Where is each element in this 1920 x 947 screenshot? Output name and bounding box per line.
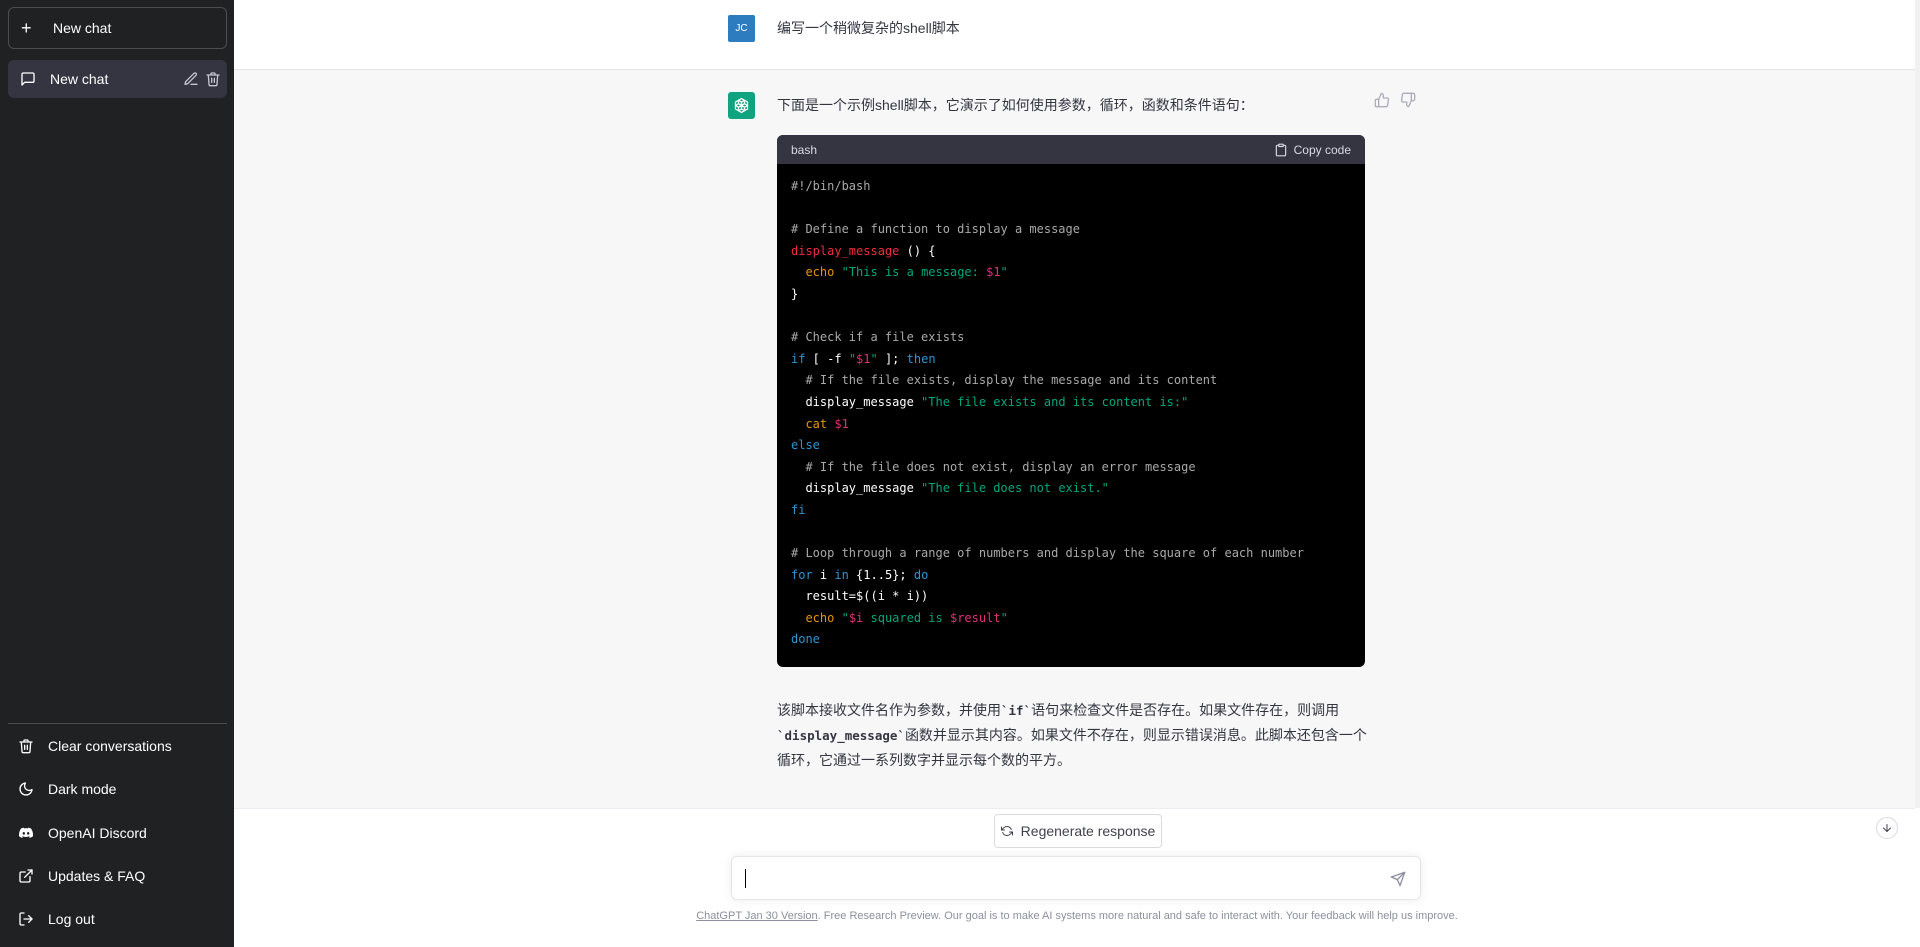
chat-item-label: New chat	[50, 71, 109, 87]
send-icon[interactable]	[1390, 871, 1406, 887]
code-line: }	[791, 286, 799, 301]
sidebar: + New chat New chat Clear conversations …	[0, 0, 234, 947]
openai-discord-link[interactable]: OpenAI Discord	[8, 813, 227, 853]
message-input-box	[731, 856, 1421, 900]
explanation-part-2: 语句来检查文件是否存在。如果文件存在，则调用	[1031, 702, 1340, 718]
footer-disclaimer: ChatGPT Jan 30 Version. Free Research Pr…	[234, 910, 1920, 922]
updates-faq-link[interactable]: Updates & FAQ	[8, 856, 227, 896]
clear-conversations-label: Clear conversations	[48, 738, 172, 754]
code-line: display_message "The file exists and its…	[791, 394, 1189, 409]
code-line: # If the file does not exist, display an…	[805, 459, 1196, 474]
code-line: else	[791, 438, 820, 453]
explanation-part-1: 该脚本接收文件名作为参数，并使用	[777, 702, 1001, 718]
code-line: echo "$i squared is $result"	[805, 610, 1008, 625]
thumbs-down-icon[interactable]	[1400, 92, 1416, 108]
plus-icon: +	[21, 18, 32, 38]
assistant-avatar	[728, 92, 755, 119]
message-input[interactable]	[744, 868, 1364, 890]
explanation-code-if: `if`	[1001, 703, 1032, 718]
code-language-label: bash	[791, 142, 818, 157]
code-line: # Define a function to display a message	[791, 222, 1080, 237]
feedback-buttons	[1374, 92, 1416, 108]
code-line: if [ -f "$1" ]; then	[791, 351, 936, 366]
code-line: display_message "The file does not exist…	[791, 481, 1109, 496]
new-chat-label: New chat	[53, 20, 112, 36]
code-line: # If the file exists, display the messag…	[805, 373, 1218, 388]
dark-mode-label: Dark mode	[48, 781, 117, 797]
assistant-intro-text: 下面是一个示例shell脚本，它演示了如何使用参数，循环，函数和条件语句：	[777, 97, 1254, 113]
discord-icon	[18, 827, 34, 838]
user-avatar: JC	[728, 15, 755, 42]
version-link[interactable]: ChatGPT Jan 30 Version	[696, 910, 817, 922]
code-line: fi	[791, 502, 806, 517]
copy-code-button[interactable]: Copy code	[1274, 143, 1351, 157]
updates-faq-label: Updates & FAQ	[48, 868, 146, 884]
chat-bubble-icon	[21, 72, 35, 86]
footer-text: . Free Research Preview. Our goal is to …	[817, 910, 1458, 922]
code-body: #!/bin/bash # Define a function to displ…	[777, 164, 1365, 663]
external-link-icon	[19, 869, 33, 883]
scrollbar[interactable]	[1915, 0, 1920, 808]
refresh-icon	[1000, 825, 1013, 837]
regenerate-response-button[interactable]: Regenerate response	[994, 814, 1162, 848]
assistant-explanation: 该脚本接收文件名作为参数，并使用`if`语句来检查文件是否存在。如果文件存在，则…	[777, 698, 1367, 773]
composer-area: Regenerate response ChatGPT Jan 30 Versi…	[234, 808, 1915, 947]
thumbs-up-icon[interactable]	[1374, 92, 1390, 108]
clear-conversations-link[interactable]: Clear conversations	[8, 726, 227, 766]
log-out-label: Log out	[48, 911, 95, 927]
code-line: display_message () {	[791, 243, 936, 258]
code-line: #!/bin/bash	[791, 179, 871, 193]
scroll-to-bottom-button[interactable]	[1876, 817, 1898, 839]
sidebar-chat-item[interactable]: New chat	[8, 60, 227, 98]
main-chat-area: JC 编写一个稍微复杂的shell脚本 下面是一个示例shell脚本，它演示了如…	[234, 0, 1920, 947]
edit-icon[interactable]	[183, 71, 199, 87]
code-line: result=$((i * i))	[791, 589, 929, 604]
code-line: # Check if a file exists	[791, 330, 965, 345]
trash-icon	[19, 739, 33, 754]
new-chat-button[interactable]: + New chat	[8, 7, 227, 49]
sidebar-divider	[8, 723, 227, 724]
code-line: # Loop through a range of numbers and di…	[791, 546, 1304, 561]
code-block: bash Copy code #!/bin/bash # Define a fu…	[777, 135, 1365, 667]
code-line: for i in {1..5}; do	[791, 567, 929, 582]
user-message-text: 编写一个稍微复杂的shell脚本	[777, 20, 960, 36]
copy-code-label: Copy code	[1293, 142, 1351, 157]
code-header: bash Copy code	[777, 135, 1365, 164]
logout-icon	[19, 912, 33, 926]
delete-icon[interactable]	[205, 71, 221, 87]
arrow-down-icon	[1883, 824, 1891, 832]
explanation-code-display-message: `display_message`	[777, 728, 905, 743]
text-cursor	[745, 869, 746, 888]
code-line: cat $1	[805, 416, 849, 431]
regenerate-response-label: Regenerate response	[1020, 823, 1156, 839]
dark-mode-link[interactable]: Dark mode	[8, 769, 227, 809]
code-line: done	[791, 632, 820, 647]
clipboard-icon	[1275, 143, 1286, 156]
moon-icon	[19, 782, 33, 796]
code-line: echo "This is a message: $1"	[805, 265, 1008, 280]
assistant-message-row: 下面是一个示例shell脚本，它演示了如何使用参数，循环，函数和条件语句： ba…	[234, 70, 1915, 808]
openai-logo-icon	[734, 97, 749, 114]
log-out-link[interactable]: Log out	[8, 899, 227, 939]
openai-discord-label: OpenAI Discord	[48, 825, 147, 841]
user-message-row: JC 编写一个稍微复杂的shell脚本	[234, 0, 1915, 70]
